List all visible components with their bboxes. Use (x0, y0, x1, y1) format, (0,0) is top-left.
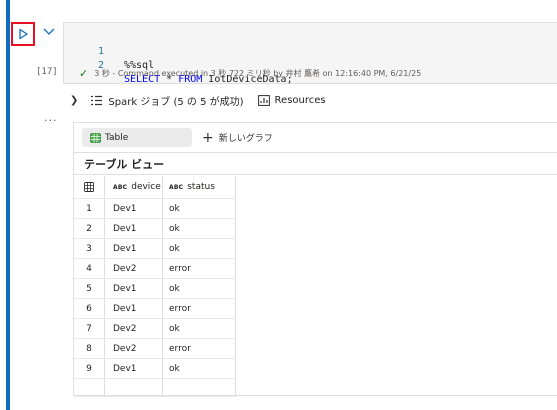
code-line: 2 SELECT * FROM IotDeviceData; (64, 45, 293, 85)
row-number: 9 (74, 358, 105, 379)
cell-device[interactable]: Dev2 (104, 318, 163, 339)
table-row[interactable]: 2 Dev1 ok (74, 218, 236, 239)
table-header-row: ABC device ABC status (74, 176, 236, 199)
more-options-icon[interactable]: ··· (44, 114, 58, 127)
cell-device[interactable]: Dev1 (104, 238, 163, 259)
table-grid-icon[interactable] (74, 176, 105, 199)
execution-count: [17] (36, 67, 58, 77)
divider (74, 174, 557, 175)
cell-device[interactable]: Dev1 (104, 218, 163, 239)
checkmark-icon: ✓ (79, 67, 89, 80)
output-panel: Table + 新しいグラフ テーブル ビュー ABC device ABC sta… (73, 122, 557, 397)
resources-icon (257, 94, 270, 106)
cell-status[interactable]: ok (162, 278, 236, 299)
cell-status[interactable]: error (162, 258, 236, 279)
string-type-icon: ABC (169, 184, 184, 191)
table-row[interactable]: 4 Dev2 error (74, 258, 236, 279)
row-number: 8 (74, 338, 105, 359)
table-row[interactable]: 1 Dev1 ok (74, 198, 236, 219)
cell-focus-bar (6, 0, 10, 410)
table-row[interactable]: 6 Dev1 error (74, 298, 236, 319)
spark-jobs-bar: ❯ Spark ジョブ (5 の 5 が成功) Resources (70, 92, 326, 108)
cell-status[interactable]: error (162, 298, 236, 319)
table-filler-row (74, 378, 236, 397)
spark-jobs-icon (90, 95, 103, 106)
cell-device[interactable]: Dev2 (104, 338, 163, 359)
code-editor[interactable]: 1 %%sql 2 SELECT * FROM IotDeviceData; ✓… (63, 22, 557, 85)
chevron-right-icon[interactable]: ❯ (70, 95, 78, 106)
chevron-down-icon[interactable] (42, 27, 56, 37)
cell-status[interactable]: ok (162, 358, 236, 379)
cell-status[interactable]: ok (162, 238, 236, 259)
execution-status: ✓ 3 秒 - Command executed in 3 秒 722 ミリ秒 … (79, 67, 421, 80)
column-name: status (187, 182, 215, 192)
code-line: 1 %%sql (64, 31, 154, 71)
row-number: 4 (74, 258, 105, 279)
row-number: 6 (74, 298, 105, 319)
tab-table-label: Table (105, 132, 129, 143)
table-row[interactable]: 3 Dev1 ok (74, 238, 236, 259)
cell-status[interactable]: ok (162, 218, 236, 239)
run-cell-button[interactable] (11, 22, 35, 46)
divider (74, 152, 557, 153)
table-row[interactable]: 5 Dev1 ok (74, 278, 236, 299)
tab-table[interactable]: Table (82, 128, 192, 147)
cell-device[interactable]: Dev1 (104, 198, 163, 219)
line-number: 1 (97, 46, 104, 57)
column-header-device[interactable]: ABC device (104, 176, 163, 199)
string-type-icon: ABC (113, 184, 128, 191)
execution-status-text: 3 秒 - Command executed in 3 秒 722 ミリ秒 by… (94, 69, 422, 78)
play-icon (19, 28, 28, 40)
column-name: device (131, 182, 161, 192)
cell-device[interactable]: Dev2 (104, 258, 163, 279)
cell-status[interactable]: ok (162, 198, 236, 219)
resources-link[interactable]: Resources (275, 95, 326, 106)
new-graph-label: 新しいグラフ (218, 134, 273, 144)
row-number: 1 (74, 198, 105, 219)
row-number: 5 (74, 278, 105, 299)
spark-jobs-link[interactable]: Spark ジョブ (5 の 5 が成功) (108, 93, 243, 108)
column-header-status[interactable]: ABC status (162, 176, 236, 199)
plus-icon: + (202, 129, 214, 146)
table-icon (90, 132, 101, 143)
table-row[interactable]: 8 Dev2 error (74, 338, 236, 359)
table-view-title: テーブル ビュー (84, 158, 165, 171)
row-number: 2 (74, 218, 105, 239)
cell-status[interactable]: ok (162, 318, 236, 339)
cell-status[interactable]: error (162, 338, 236, 359)
new-graph-button[interactable]: + 新しいグラフ (202, 128, 273, 147)
table-row[interactable]: 9 Dev1 ok (74, 358, 236, 379)
row-number: 3 (74, 238, 105, 259)
cell-device[interactable]: Dev1 (104, 298, 163, 319)
table-row[interactable]: 7 Dev2 ok (74, 318, 236, 339)
cell-device[interactable]: Dev1 (104, 278, 163, 299)
row-number: 7 (74, 318, 105, 339)
cell-device[interactable]: Dev1 (104, 358, 163, 379)
result-table: ABC device ABC status 1 Dev1 ok 2 Dev1 ok 3 Dev… (74, 176, 236, 397)
